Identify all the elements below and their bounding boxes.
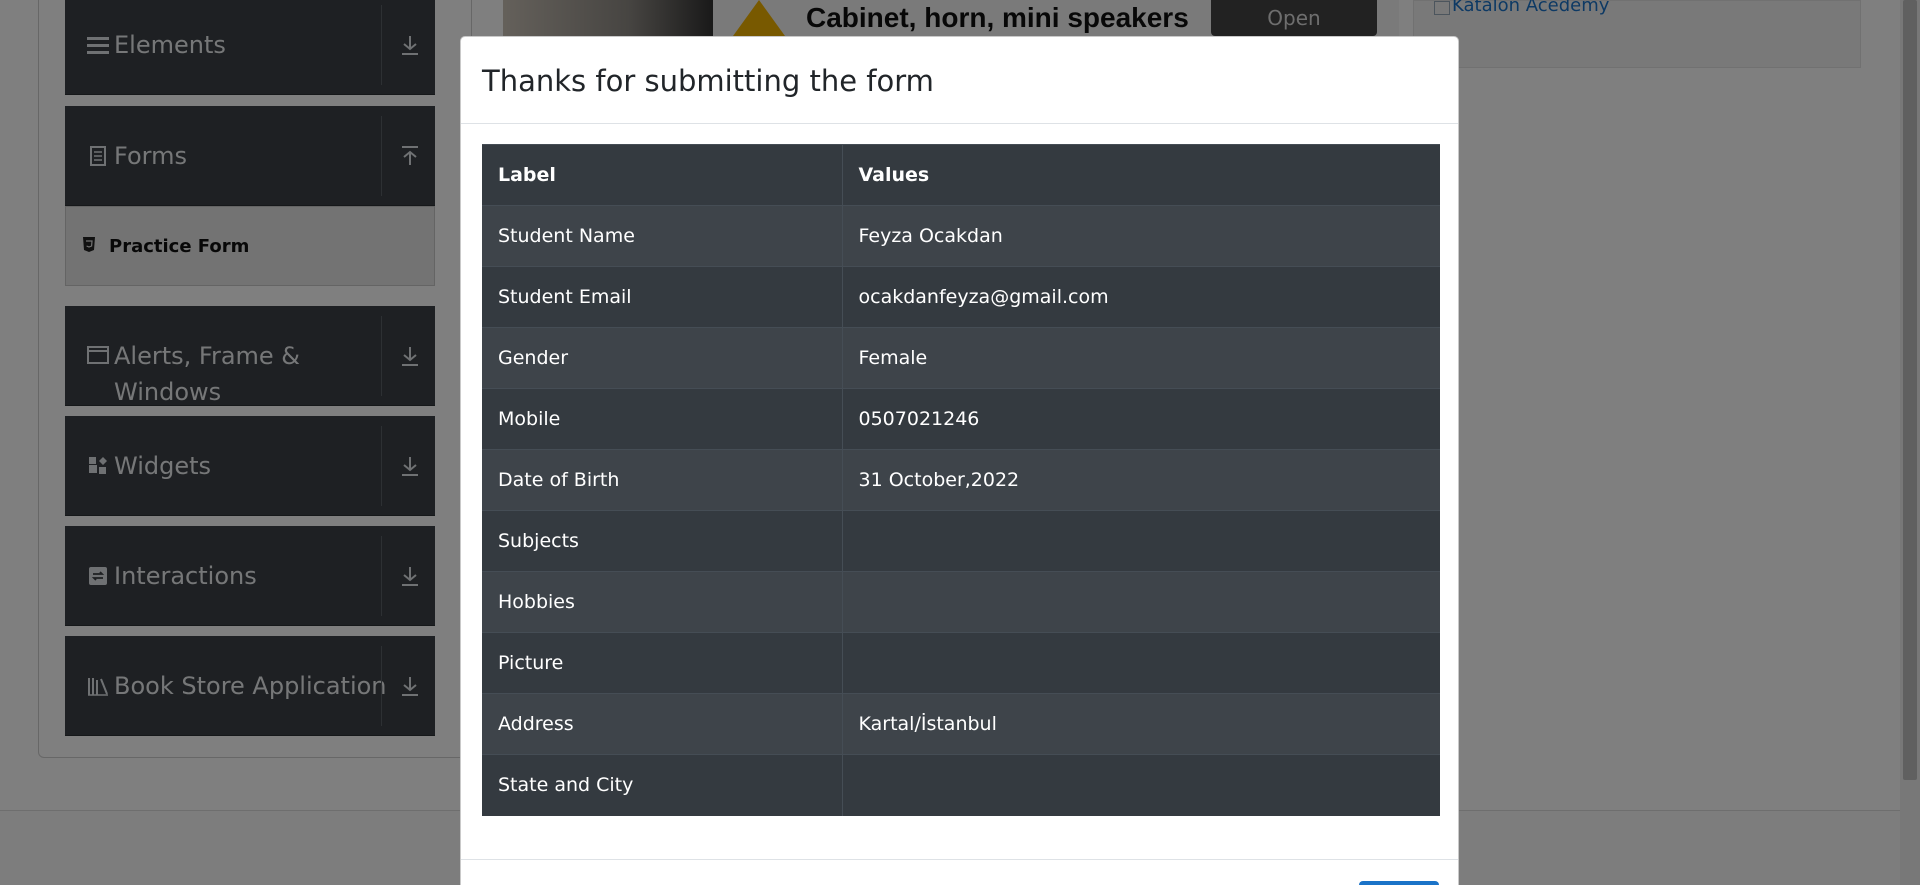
- table-header-row: Label Values: [482, 144, 1440, 206]
- row-label: Student Email: [482, 266, 843, 328]
- row-value: [842, 510, 1440, 572]
- column-header-values: Values: [842, 144, 1440, 206]
- table-row: Subjects: [482, 510, 1440, 572]
- row-label: Mobile: [482, 388, 843, 450]
- table-row: Mobile 0507021246: [482, 388, 1440, 450]
- row-value: 31 October,2022: [842, 449, 1440, 511]
- table-row: Picture: [482, 632, 1440, 694]
- table-row: Date of Birth 31 October,2022: [482, 449, 1440, 511]
- modal-header: Thanks for submitting the form: [461, 37, 1458, 124]
- table-row: Gender Female: [482, 327, 1440, 389]
- modal-footer-divider: [461, 859, 1458, 860]
- table-row: State and City: [482, 754, 1440, 816]
- table-row: Student Email ocakdanfeyza@gmail.com: [482, 266, 1440, 328]
- row-value: Female: [842, 327, 1440, 389]
- table-row: Address Kartal/İstanbul: [482, 693, 1440, 755]
- row-value: [842, 571, 1440, 633]
- row-label: Address: [482, 693, 843, 755]
- modal-title: Thanks for submitting the form: [482, 63, 934, 98]
- row-label: Student Name: [482, 205, 843, 267]
- submission-modal: Thanks for submitting the form Label Val…: [460, 36, 1459, 885]
- row-label: Picture: [482, 632, 843, 694]
- results-table: Label Values Student Name Feyza Ocakdan …: [482, 144, 1440, 816]
- row-value: ocakdanfeyza@gmail.com: [842, 266, 1440, 328]
- table-row: Student Name Feyza Ocakdan: [482, 205, 1440, 267]
- row-label: Date of Birth: [482, 449, 843, 511]
- close-button[interactable]: [1359, 881, 1439, 885]
- row-label: Hobbies: [482, 571, 843, 633]
- row-value: 0507021246: [842, 388, 1440, 450]
- row-label: Subjects: [482, 510, 843, 572]
- row-label: Gender: [482, 327, 843, 389]
- row-value: Kartal/İstanbul: [842, 693, 1440, 755]
- row-value: Feyza Ocakdan: [842, 205, 1440, 267]
- row-value: [842, 754, 1440, 816]
- table-row: Hobbies: [482, 571, 1440, 633]
- row-label: State and City: [482, 754, 843, 816]
- column-header-label: Label: [482, 144, 843, 206]
- row-value: [842, 632, 1440, 694]
